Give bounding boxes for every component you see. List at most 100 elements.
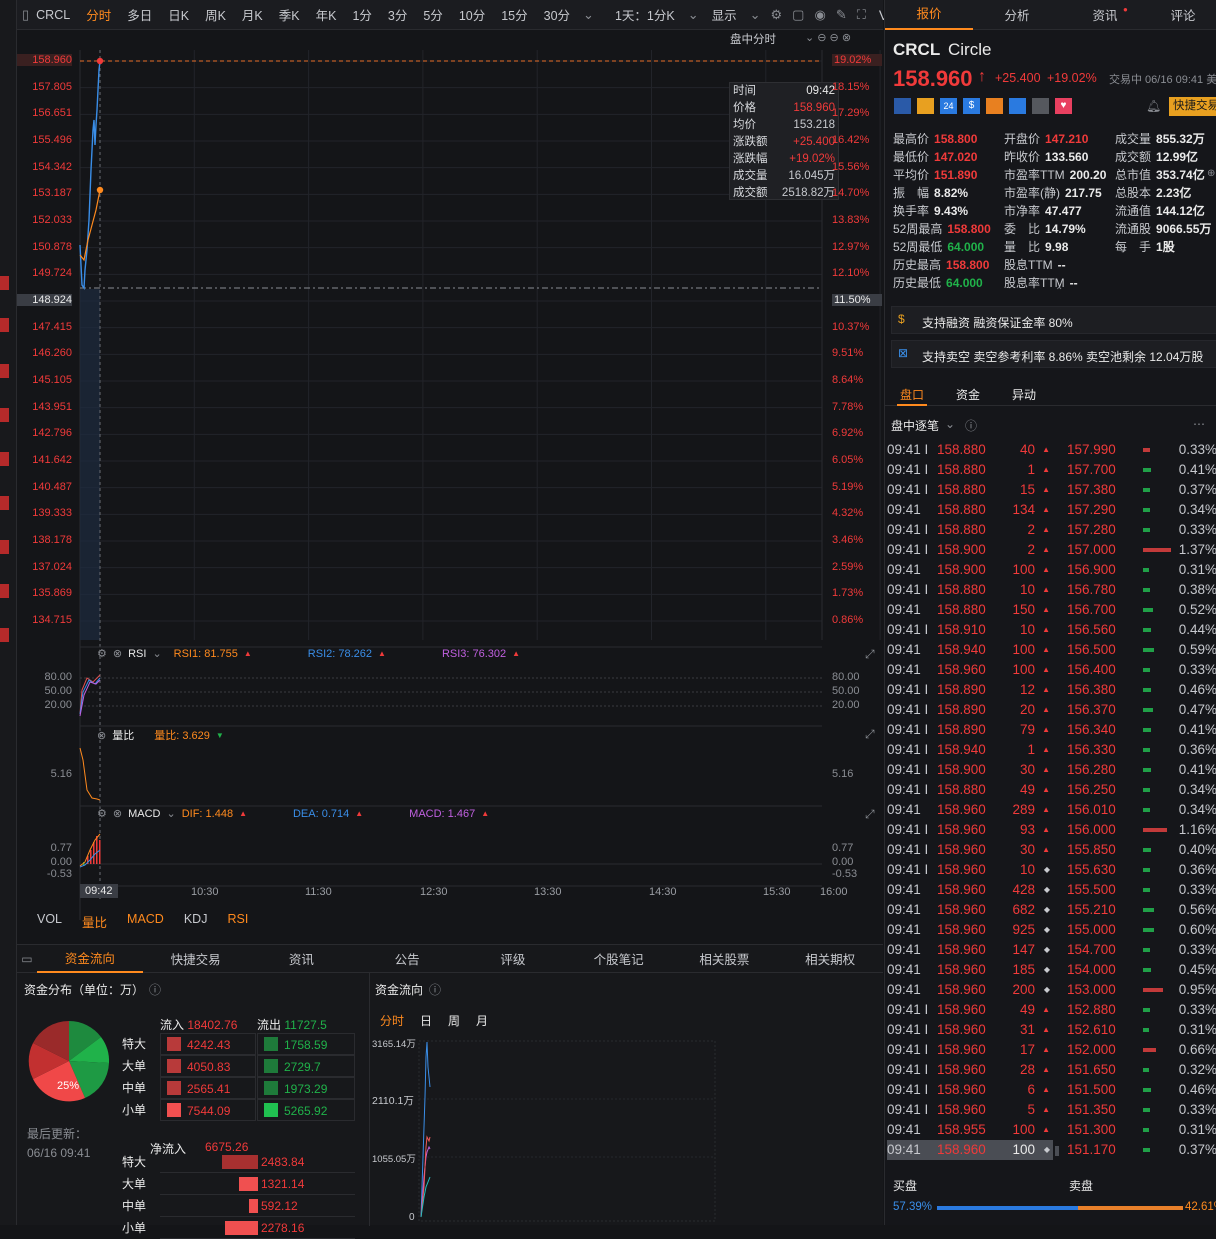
period-tab[interactable]: 分时 [78, 5, 119, 24]
ticks-title[interactable]: 盘中逐笔 [891, 417, 939, 434]
note-icon[interactable] [1032, 98, 1049, 114]
level-pct: 0.33% [1178, 522, 1216, 537]
pen-icon[interactable]: ✎ [831, 7, 852, 23]
period-tab[interactable]: 季K [271, 5, 308, 24]
sub-tab[interactable]: 异动 [1012, 386, 1036, 403]
bottom-tab[interactable]: 快捷交易 [143, 949, 249, 968]
period-tab[interactable]: 1分 [344, 5, 379, 24]
scrollbar-thumb[interactable] [1055, 1146, 1059, 1156]
quote-stat: 52周最高 158.800 [893, 220, 991, 237]
bottom-tab[interactable]: 公告 [354, 949, 460, 968]
tick-row: 09:41 I 158.880 1 ▲ [887, 460, 1053, 480]
ticks-and-levels[interactable]: 09:41 I 158.880 40 ▲ 09:41 I 158.880 1 ▲ 09:41 I… [885, 436, 1216, 1166]
flow-tab[interactable]: 周 [448, 1012, 460, 1029]
triangle-up-icon: ▲ [1042, 745, 1050, 754]
flow-tab[interactable]: 分时 [380, 1012, 404, 1029]
lightning-icon[interactable] [917, 98, 934, 114]
chevron-down-icon[interactable]: ⌄ [578, 7, 599, 23]
fullscreen-icon[interactable]: ⛶ [852, 7, 871, 23]
period-tab[interactable]: 周K [197, 5, 234, 24]
settings-icon[interactable]: ⚙ [97, 807, 107, 820]
quick-trade-button[interactable]: 快捷交易 [1169, 97, 1216, 116]
expand-icon[interactable]: ⤢ [865, 807, 875, 822]
display-select[interactable]: 显示 [704, 5, 745, 24]
bell-icon[interactable]: 🔔︎ [1146, 99, 1161, 113]
settings-icon[interactable]: ⚙ [766, 7, 788, 23]
pct-axis-label: 6.92% [832, 427, 864, 440]
indicator-tab[interactable]: VOL [37, 912, 62, 931]
bottom-tab[interactable]: 个股笔记 [566, 949, 672, 968]
period-tab[interactable]: 月K [234, 5, 271, 24]
settings-icon[interactable]: ⚙ [97, 647, 107, 660]
24h-icon[interactable]: 24 [940, 98, 957, 114]
tick-volume: 1 [1027, 742, 1035, 757]
chevron-down-icon[interactable]: ⌄ [945, 417, 955, 431]
quote-tab[interactable]: 评论 [1149, 5, 1216, 24]
chart-window-icons[interactable]: ⌄ ⊖ ⊖ ⊗ [805, 31, 851, 44]
camera-icon[interactable]: ◉ [809, 7, 830, 23]
tick-volume: 100 [1012, 1122, 1035, 1137]
margin-banner[interactable]: $ 支持融资 融资保证金率 80% [891, 306, 1216, 334]
close-icon[interactable]: ⊗ [97, 729, 106, 742]
macd-name[interactable]: MACD [128, 808, 160, 820]
chevron-down-icon[interactable]: ⌄ [166, 807, 175, 820]
info-icon[interactable]: ⓘ [149, 981, 161, 998]
period-tab[interactable]: 3分 [380, 5, 415, 24]
period-tab[interactable]: 年K [308, 5, 345, 24]
expand-icon[interactable]: ⤢ [865, 727, 875, 742]
panel-toggle-icon[interactable]: ▯ [17, 7, 34, 23]
bottom-tab[interactable]: 评级 [460, 949, 566, 968]
quote-tab[interactable]: 报价 [885, 0, 973, 30]
interval-select[interactable]: 1天：1分K [607, 5, 683, 24]
option-icon[interactable] [986, 98, 1003, 114]
buy-bar-fill [937, 1206, 1079, 1210]
period-tab[interactable]: 5分 [415, 5, 450, 24]
chevron-up-icon[interactable]: ⌃ [1055, 286, 1063, 297]
bottom-tab[interactable]: 相关股票 [671, 949, 777, 968]
close-icon[interactable]: ⊗ [113, 807, 122, 820]
collapse-icon[interactable]: ▭ [17, 952, 37, 966]
stat-value: 158.800 [946, 258, 990, 272]
toolbar-symbol[interactable]: CRCL [34, 8, 78, 22]
volratio-name[interactable]: 量比 [112, 727, 134, 743]
quote-tab[interactable]: 分析 [973, 5, 1061, 24]
indicator-tab[interactable]: RSI [227, 912, 248, 931]
bottom-tab[interactable]: 资讯 [248, 949, 354, 968]
flow-tab[interactable]: 日 [420, 1012, 432, 1029]
chevron-down-icon[interactable]: ⌄ [745, 7, 766, 23]
info-icon[interactable]: ⓘ [429, 981, 441, 998]
period-tab[interactable]: 10分 [451, 5, 493, 24]
layout-icon[interactable]: ▢ [787, 7, 809, 23]
chart-area[interactable]: 盘中分时 ⌄ ⊖ ⊖ ⊗ 时间 09:42 价格 158.960 均价 153.… [17, 30, 883, 940]
short-banner[interactable]: ⊠ 支持卖空 卖空参考利率 8.86% 卖空池剩余 12.04万股 [891, 340, 1216, 368]
expand-icon[interactable]: ⤢ [865, 647, 875, 662]
dollar-icon[interactable]: $ [963, 98, 980, 114]
fund-pie-chart: 25% [28, 1020, 110, 1102]
tag-icon[interactable] [1009, 98, 1026, 114]
level-pct: 0.33% [1178, 1102, 1216, 1117]
flow-tab[interactable]: 月 [476, 1012, 488, 1029]
period-tab[interactable]: 15分 [493, 5, 535, 24]
bottom-tab[interactable]: 相关期权 [777, 949, 883, 968]
period-tab[interactable]: 多日 [119, 5, 160, 24]
close-icon[interactable]: ⊗ [113, 647, 122, 660]
tick-row: 09:41 I 158.960 30 ▲ [887, 840, 1053, 860]
rsi-name[interactable]: RSI [128, 648, 146, 660]
sub-tab[interactable]: 盘口 [900, 386, 924, 403]
indicator-tab[interactable]: MACD [127, 912, 164, 931]
period-tab[interactable]: 日K [160, 5, 197, 24]
plus-circle-icon[interactable]: ⊕ [1207, 168, 1215, 179]
quote-tab[interactable]: 资讯 [1061, 5, 1149, 24]
chart-mode-label[interactable]: 盘中分时 [730, 31, 776, 47]
more-icon[interactable]: ⋯ [1193, 417, 1205, 431]
tick-price: 158.880 [937, 602, 986, 617]
heart-icon[interactable]: ♥ [1055, 98, 1072, 114]
chevron-down-icon[interactable]: ⌄ [683, 7, 704, 23]
sub-tab[interactable]: 资金 [956, 386, 980, 403]
indicator-tab[interactable]: KDJ [184, 912, 208, 931]
bottom-tab[interactable]: 资金流向 [36, 945, 143, 973]
period-tab[interactable]: 30分 [536, 5, 578, 24]
info-icon[interactable]: ⓘ [965, 417, 977, 434]
chevron-down-icon[interactable]: ⌄ [152, 647, 161, 660]
indicator-tab[interactable]: 量比 [82, 912, 107, 931]
